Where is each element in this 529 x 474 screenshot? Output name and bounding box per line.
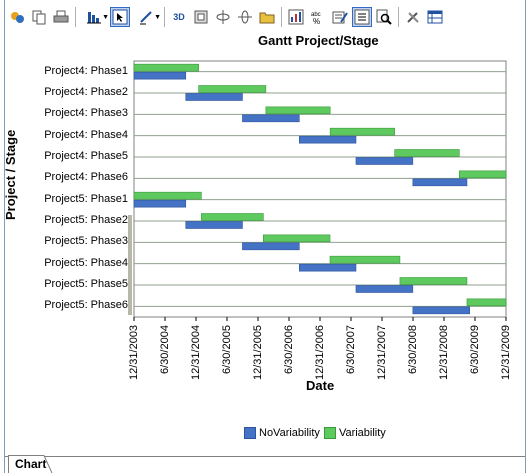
data-grid-icon[interactable]	[425, 7, 445, 27]
toolbar: ▼ ▼ 3D abc%	[7, 5, 447, 29]
category-label: Project5: Phase2	[44, 214, 128, 226]
x-tick-label: 6/30/2008	[407, 325, 419, 374]
toolbar-separator	[281, 7, 282, 27]
x-tick-label: 6/30/2005	[221, 325, 233, 374]
category-label: Project5: Phase1	[44, 192, 128, 205]
rotate-vertical-icon[interactable]	[235, 7, 255, 27]
category-label: Project4: Phase6	[44, 171, 128, 184]
category-label: Project5: Phase4	[44, 256, 128, 269]
frame-icon[interactable]	[191, 7, 211, 27]
legend: NoVariability Variability	[244, 427, 390, 439]
y-axis-label: Project / Stage	[3, 129, 18, 220]
x-tick-label: 12/31/2009	[500, 324, 512, 380]
x-tick-label: 12/31/2007	[376, 324, 388, 380]
x-tick-label: 6/30/2004	[159, 325, 171, 374]
3d-icon[interactable]: 3D	[169, 7, 189, 27]
category-label: Project4: Phase2	[44, 86, 128, 98]
draw-icon[interactable]: ▼	[132, 7, 161, 27]
x-tick-label: 6/30/2007	[345, 325, 357, 374]
toolbar-separator	[75, 7, 76, 27]
select-icon[interactable]	[110, 7, 130, 27]
zoom-icon[interactable]	[374, 7, 394, 27]
svg-text:%: %	[313, 17, 320, 25]
x-tick-label: 6/30/2009	[469, 325, 481, 374]
open-icon[interactable]	[257, 7, 277, 27]
legend-item-novariability: NoVariability	[244, 427, 320, 439]
x-tick-label: 12/31/2005	[252, 324, 264, 380]
toolbar-separator	[398, 7, 399, 27]
legend-swatch-novariability	[244, 427, 256, 439]
tools-icon[interactable]	[403, 7, 423, 27]
x-tick-label: 12/31/2008	[438, 324, 450, 380]
category-label: Project5: Phase5	[44, 278, 128, 290]
legend-item-variability: Variability	[323, 427, 386, 439]
x-axis-label: Date	[306, 378, 335, 393]
abc-icon[interactable]: abc%	[308, 7, 328, 27]
vertical-scroll-thumb[interactable]	[128, 215, 132, 315]
chart-type-icon[interactable]: ▼	[80, 7, 109, 27]
copy-icon[interactable]	[29, 7, 49, 27]
x-tick-label: 12/31/2004	[190, 324, 202, 380]
3d-label: 3D	[173, 12, 185, 22]
category-label: Project4: Phase4	[44, 128, 128, 141]
category-label: Project4: Phase1	[44, 64, 128, 77]
stats-icon[interactable]	[286, 7, 306, 27]
x-tick-label: 12/31/2006	[314, 324, 326, 380]
x-tick-label: 12/31/2003	[128, 324, 140, 380]
x-tick-label: 6/30/2006	[283, 325, 295, 374]
rotate-horizontal-icon[interactable]	[213, 7, 233, 27]
tab-chart[interactable]: Chart	[15, 457, 46, 471]
toolbar-separator	[164, 7, 165, 27]
category-label: Project5: Phase6	[44, 299, 128, 312]
legend-swatch-variability	[323, 427, 336, 439]
wizard-icon[interactable]	[7, 7, 27, 27]
category-label: Project4: Phase3	[44, 107, 128, 120]
chart-title: Gantt Project/Stage	[258, 33, 379, 48]
print-icon[interactable]	[51, 7, 71, 27]
tab-bar	[5, 456, 525, 474]
edit-icon[interactable]	[330, 7, 350, 27]
legend-label-variability: Variability	[338, 427, 386, 439]
legend-label-novariability: NoVariability	[259, 427, 320, 439]
category-label: Project5: Phase3	[44, 235, 128, 248]
category-label: Project4: Phase5	[44, 150, 128, 162]
legend-icon[interactable]	[352, 7, 372, 27]
